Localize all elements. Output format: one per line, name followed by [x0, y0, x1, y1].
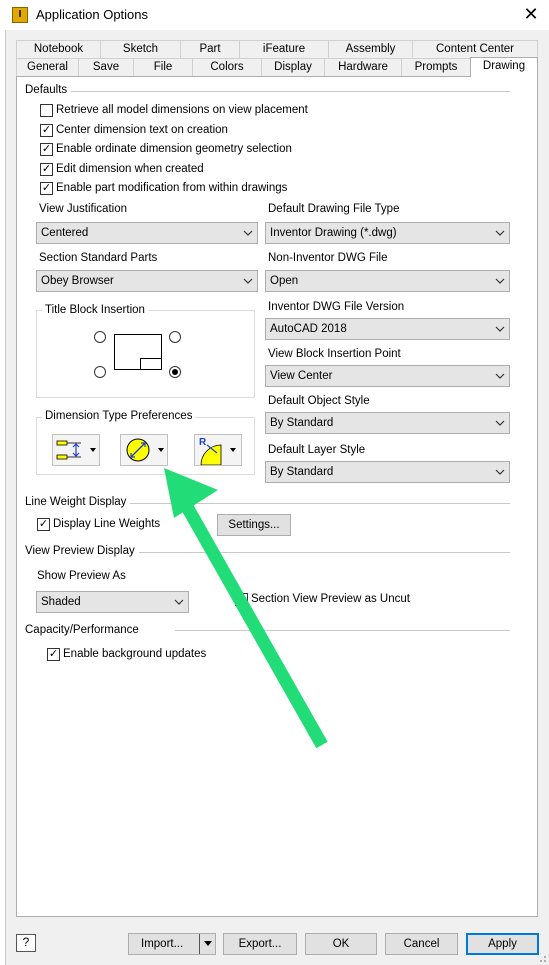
- enable-background-updates-checkbox[interactable]: [47, 648, 60, 661]
- inventor-dwg-version-value: AutoCAD 2018: [270, 323, 347, 335]
- inventor-dwg-version-select[interactable]: AutoCAD 2018: [265, 318, 510, 340]
- non-inventor-dwg-label: Non-Inventor DWG File: [268, 252, 388, 264]
- retrieve-dimensions-label: Retrieve all model dimensions on view pl…: [56, 104, 308, 116]
- section-standard-parts-select[interactable]: Obey Browser: [36, 270, 258, 292]
- view-preview-display-label: View Preview Display: [25, 545, 139, 557]
- title-block-bottom-left-radio[interactable]: [94, 366, 106, 378]
- ordinate-geometry-label: Enable ordinate dimension geometry selec…: [56, 143, 292, 155]
- title-block-insertion-label: Title Block Insertion: [42, 304, 148, 316]
- title-block-top-right-radio[interactable]: [169, 331, 181, 343]
- close-icon[interactable]: ✕: [520, 3, 542, 25]
- apply-button[interactable]: Apply: [466, 933, 539, 955]
- default-object-style-value: By Standard: [270, 417, 334, 429]
- default-object-style-label: Default Object Style: [268, 395, 370, 407]
- linear-dimension-type-button[interactable]: [52, 434, 100, 466]
- view-block-insertion-point-value: View Center: [270, 370, 333, 382]
- edit-dimension-label: Edit dimension when created: [56, 163, 204, 175]
- center-dimension-text-label: Center dimension text on creation: [56, 124, 228, 136]
- show-preview-as-value: Shaded: [41, 596, 81, 608]
- tab-notebook[interactable]: Notebook: [16, 40, 101, 58]
- chevron-down-icon: [243, 278, 253, 284]
- ok-button[interactable]: OK: [305, 933, 377, 955]
- chevron-down-icon: [495, 420, 505, 426]
- chevron-down-icon: [495, 326, 505, 332]
- tab-hardware[interactable]: Hardware: [324, 58, 402, 76]
- chevron-down-icon: [243, 230, 253, 236]
- part-modification-label: Enable part modification from within dra…: [56, 182, 288, 194]
- default-drawing-file-type-label: Default Drawing File Type: [268, 203, 400, 215]
- import-dropdown-chevron-down-icon[interactable]: [202, 938, 214, 950]
- display-line-weights-label: Display Line Weights: [53, 518, 161, 530]
- inventor-dwg-version-label: Inventor DWG File Version: [268, 301, 405, 313]
- tab-file[interactable]: File: [133, 58, 193, 76]
- view-block-insertion-point-label: View Block Insertion Point: [268, 348, 401, 360]
- resize-grip-icon[interactable]: [535, 951, 547, 963]
- tab-ifeature[interactable]: iFeature: [239, 40, 329, 58]
- default-layer-style-label: Default Layer Style: [268, 444, 366, 456]
- part-modification-checkbox[interactable]: [40, 182, 53, 195]
- non-inventor-dwg-select[interactable]: Open: [265, 270, 510, 292]
- view-block-insertion-point-select[interactable]: View Center: [265, 365, 510, 387]
- tab-prompts[interactable]: Prompts: [401, 58, 471, 76]
- tab-display[interactable]: Display: [261, 58, 325, 76]
- tab-content-center[interactable]: Content Center: [412, 40, 538, 58]
- retrieve-dimensions-checkbox[interactable]: [40, 104, 53, 117]
- title-block-top-left-radio[interactable]: [94, 331, 106, 343]
- import-button-label: Import...: [141, 938, 184, 950]
- defaults-separator: [70, 91, 510, 92]
- title-block-preview-icon: [114, 334, 162, 370]
- edit-dimension-checkbox[interactable]: [40, 163, 53, 176]
- linear-dimension-icon: [56, 440, 96, 460]
- inventor-app-icon: I: [12, 7, 28, 23]
- default-drawing-file-type-value: Inventor Drawing (*.dwg): [270, 227, 397, 239]
- export-button[interactable]: Export...: [223, 933, 297, 955]
- tab-drawing[interactable]: Drawing: [470, 57, 538, 77]
- view-justification-select[interactable]: Centered: [36, 222, 258, 244]
- radius-glyph: R: [199, 437, 207, 448]
- tab-part[interactable]: Part: [180, 40, 240, 58]
- view-justification-label: View Justification: [39, 203, 127, 215]
- import-split-divider: [199, 934, 200, 954]
- chevron-down-icon: [495, 469, 505, 475]
- tab-save[interactable]: Save: [78, 58, 134, 76]
- chevron-down-icon: [495, 230, 505, 236]
- cancel-button[interactable]: Cancel: [385, 933, 458, 955]
- chevron-down-icon: [495, 278, 505, 284]
- section-standard-parts-label: Section Standard Parts: [39, 252, 158, 264]
- chevron-down-icon: [495, 373, 505, 379]
- section-standard-parts-value: Obey Browser: [41, 275, 114, 287]
- window-border: [5, 30, 6, 965]
- capacity-performance-label: Capacity/Performance: [25, 624, 143, 636]
- tab-general[interactable]: General: [16, 58, 79, 76]
- center-dimension-text-checkbox[interactable]: [40, 124, 53, 137]
- help-icon[interactable]: ?: [16, 934, 36, 952]
- show-preview-as-label: Show Preview As: [37, 570, 126, 582]
- defaults-label: Defaults: [25, 84, 72, 96]
- annotation-arrow-icon: [164, 468, 328, 749]
- view-justification-value: Centered: [41, 227, 89, 239]
- display-line-weights-checkbox[interactable]: [37, 518, 50, 531]
- tab-sketch[interactable]: Sketch: [100, 40, 181, 58]
- ordinate-geometry-checkbox[interactable]: [40, 143, 53, 156]
- default-drawing-file-type-select[interactable]: Inventor Drawing (*.dwg): [265, 222, 510, 244]
- tab-colors[interactable]: Colors: [192, 58, 262, 76]
- title-block-bottom-right-radio[interactable]: [169, 366, 181, 378]
- dimension-type-preferences-label: Dimension Type Preferences: [42, 410, 196, 422]
- tab-assembly[interactable]: Assembly: [328, 40, 413, 58]
- window-title: Application Options: [36, 7, 149, 22]
- non-inventor-dwg-value: Open: [270, 275, 299, 287]
- default-object-style-select[interactable]: By Standard: [265, 412, 510, 434]
- line-weight-display-label: Line Weight Display: [25, 496, 131, 508]
